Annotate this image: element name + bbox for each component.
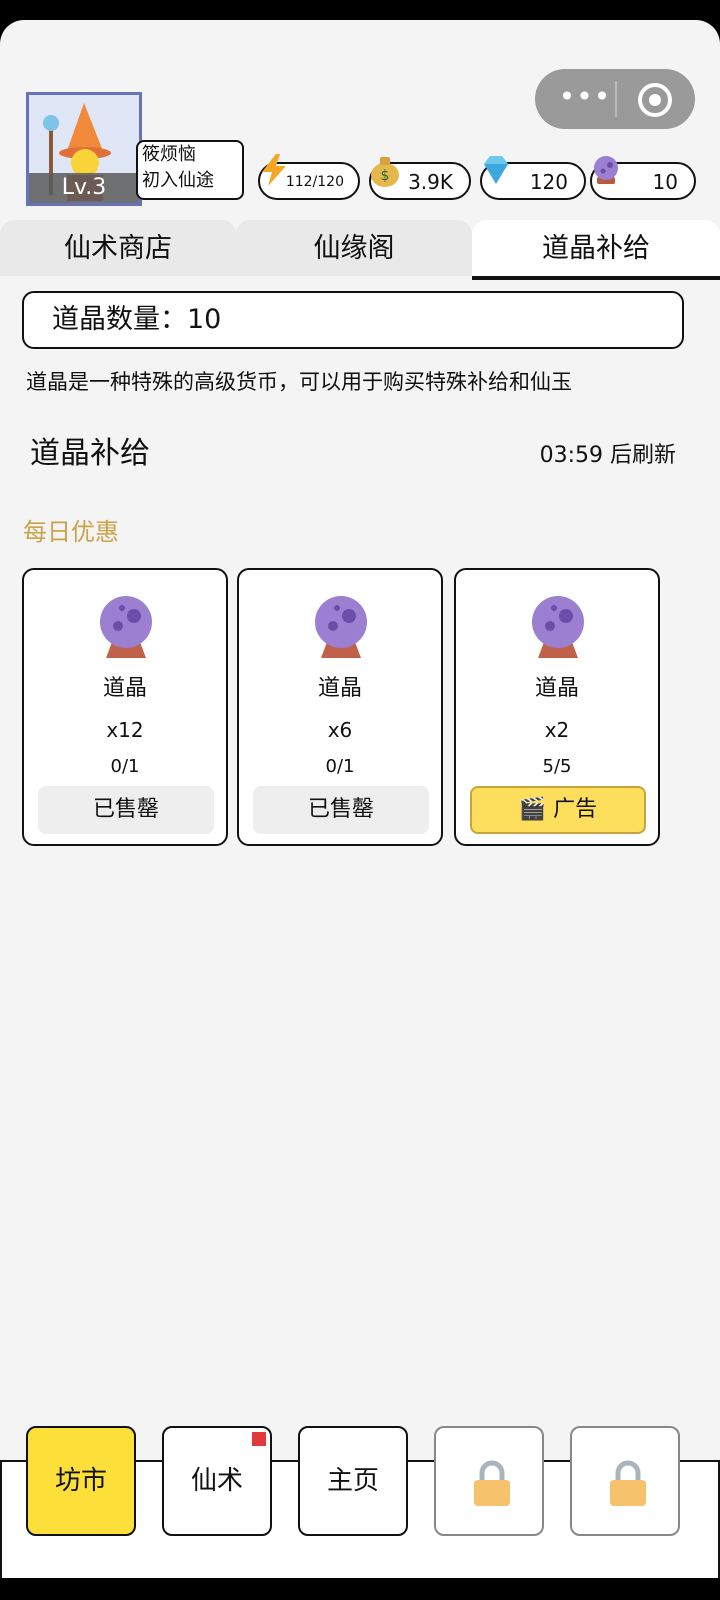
offer-quantity: x6 [327,718,353,742]
svg-text:$: $ [381,168,390,184]
more-icon[interactable]: ••• [555,69,615,129]
offer-name: 道晶 [102,676,147,701]
app-screen: ••• Lv.3 筱烦恼 初入仙途 112/120 $ 3.9K 120 10 … [0,20,720,1578]
offer-card: 道晶 x6 0/1 已售罄 [237,568,443,846]
refresh-timer: 03:59 后刷新 [539,443,676,468]
offer-card: 道晶 x2 5/5 🎬 广告 [454,568,660,846]
nav-locked-5[interactable] [570,1426,680,1536]
lock-icon [474,1460,510,1506]
coin-resource[interactable]: $ 3.9K [369,157,471,200]
crystal-ball-icon [100,596,152,658]
player-name-box: 筱烦恼 初入仙途 [136,140,244,200]
offer-quantity: x12 [106,718,144,742]
coin-value: 3.9K [408,170,453,194]
player-title: 初入仙途 [142,170,214,191]
daily-deals-label: 每日优惠 [23,518,119,546]
avatar[interactable]: Lv.3 [26,92,142,206]
money-bag-icon: $ [371,157,399,187]
crystal-ball-icon [315,596,367,658]
miniprogram-capsule: ••• [535,69,695,129]
diamond-icon [484,156,508,184]
nav-home[interactable]: 主页 [298,1426,408,1536]
daojing-count-box: 道晶数量：10 [22,291,684,349]
lock-icon [610,1460,646,1506]
daojing-resource[interactable]: 10 [590,156,696,200]
nav-spells-label: 仙术 [190,1466,243,1496]
crystal-ball-icon [594,156,618,184]
daojing-value: 10 [652,170,678,194]
tab-spell-shop[interactable]: 仙术商店 [0,220,236,276]
supply-title: 道晶补给 [30,436,150,471]
diamond-value: 120 [529,170,568,194]
player-name: 筱烦恼 [142,144,196,165]
nav-home-label: 主页 [326,1466,379,1496]
crystal-ball-icon [532,596,584,658]
offer-name: 道晶 [317,676,362,701]
nav-spells[interactable]: 仙术 [162,1426,272,1536]
energy-value: 112/120 [285,174,344,190]
level-badge: Lv.3 [29,173,139,203]
offer-limit: 0/1 [325,756,355,777]
shop-tabs: 仙术商店 仙缘阁 道晶补给 [0,220,720,280]
offer-quantity: x2 [544,718,570,742]
offer-card: 道晶 x12 0/1 已售罄 [22,568,228,846]
offer-limit: 5/5 [542,756,572,777]
sold-out-button[interactable]: 已售罄 [38,786,214,834]
nav-market[interactable]: 坊市 [26,1426,136,1536]
nav-locked-4[interactable] [434,1426,544,1536]
nav-market-label: 坊市 [54,1466,107,1496]
offer-limit: 0/1 [110,756,140,777]
energy-resource[interactable]: 112/120 [258,154,360,200]
capsule-divider [615,81,617,117]
watch-ad-button[interactable]: 🎬 广告 [470,786,646,834]
tab-fate-pavilion[interactable]: 仙缘阁 [236,220,472,276]
sold-out-button[interactable]: 已售罄 [253,786,429,834]
tab-daojing-supply[interactable]: 道晶补给 [472,220,720,280]
offer-name: 道晶 [534,676,579,701]
daojing-description: 道晶是一种特殊的高级货币，可以用于购买特殊补给和仙玉 [26,370,572,394]
notification-badge [252,1432,266,1446]
close-target-icon[interactable] [638,83,672,117]
diamond-resource[interactable]: 120 [480,156,586,200]
